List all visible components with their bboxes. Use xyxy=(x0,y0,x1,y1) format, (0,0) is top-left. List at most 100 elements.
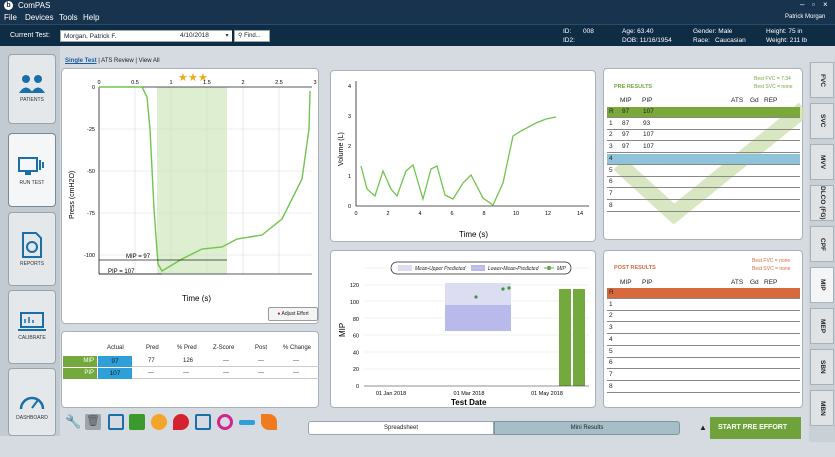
row-number: 1 xyxy=(609,300,613,308)
menu-tools[interactable]: Tools xyxy=(59,13,78,22)
monitor-icon[interactable] xyxy=(195,414,211,430)
sidebar-item-reports[interactable]: REPORTS xyxy=(8,212,56,286)
result-row[interactable]: 7 xyxy=(607,370,800,381)
trend-chart: Mean-Upper Predicted Lower-Mean-Predicte… xyxy=(338,261,589,407)
menu-help[interactable]: Help xyxy=(83,13,99,22)
mini-results-tab[interactable]: Mini Results xyxy=(494,421,680,435)
result-row[interactable]: 5 xyxy=(607,166,800,177)
pressure-chart: ★ ★ ★ Time (s) Press (cmH2O) MIP = 97 PI… xyxy=(69,72,317,303)
result-row[interactable]: R xyxy=(607,288,800,299)
expand-up-icon: ▲ xyxy=(696,417,710,439)
edit-icon[interactable] xyxy=(108,414,124,430)
syringe-icon[interactable] xyxy=(239,420,255,425)
result-row[interactable]: 1 xyxy=(607,300,800,311)
mip-point xyxy=(507,286,511,290)
minimize-icon[interactable]: – xyxy=(800,0,804,9)
adjust-effort-button[interactable]: ● Adjust Effort xyxy=(268,307,318,321)
result-row[interactable]: R 97 107 xyxy=(607,107,800,118)
id-label: ID: xyxy=(563,28,572,35)
pressure-xlabel: Time (s) xyxy=(182,294,211,303)
result-row[interactable]: 2 xyxy=(607,311,800,323)
tick-label: 3 xyxy=(313,80,316,86)
post-best-fvc: Best FVC = none xyxy=(752,258,791,264)
tick-label: 4 xyxy=(348,84,351,90)
tab-ats-review[interactable]: ATS Review xyxy=(101,58,134,64)
row-number: 2 xyxy=(609,131,613,139)
run-test-icon xyxy=(18,157,44,175)
mip-pct-pred: 126 xyxy=(183,358,194,364)
tab-dlco-fg-[interactable]: DLCO (FG) xyxy=(810,185,834,221)
row-label-pip: PIP xyxy=(63,368,97,379)
mip-bar xyxy=(559,289,571,386)
row-mip: 97 xyxy=(622,143,630,151)
menu-devices[interactable]: Devices xyxy=(25,13,53,22)
result-row[interactable]: 1 87 93 xyxy=(607,119,800,130)
sidebar-item-dashboard[interactable]: DASHBOARD xyxy=(8,368,56,436)
legend-upper: Mean-Upper Predicted xyxy=(415,266,466,272)
result-row[interactable]: 8 xyxy=(607,382,800,393)
result-row[interactable]: 4 xyxy=(607,335,800,346)
tab-single-test[interactable]: Single Test xyxy=(65,58,97,64)
tab-mvv[interactable]: MVV xyxy=(810,144,834,180)
calendar-icon[interactable] xyxy=(129,414,145,430)
legend-mip: MIP xyxy=(557,266,567,272)
wrench-icon[interactable]: 🔧 xyxy=(65,414,81,430)
carrot-icon[interactable] xyxy=(261,414,277,430)
result-row[interactable]: 2 97 107 xyxy=(607,130,800,142)
tab-mip[interactable]: MIP xyxy=(810,267,834,303)
result-row[interactable]: 7 xyxy=(607,189,800,200)
row-pip: 107 xyxy=(643,131,654,139)
menu-file[interactable]: File xyxy=(4,13,17,22)
row-number: 1 xyxy=(609,119,613,127)
pip-post: --- xyxy=(258,370,264,376)
tab-mbn[interactable]: MBN xyxy=(810,390,834,426)
spreadsheet-tab[interactable]: Spreadsheet xyxy=(308,421,494,435)
close-icon[interactable]: × xyxy=(823,0,828,9)
tab-sbn[interactable]: SBN xyxy=(810,349,834,385)
sidebar-item-calibrate[interactable]: CALIBRATE xyxy=(8,290,56,364)
table-row: PIP 107 --- --- --- --- --- xyxy=(63,368,319,379)
volume-curve xyxy=(360,116,557,206)
tab-view-all[interactable]: View All xyxy=(139,58,160,64)
tick-label: 8 xyxy=(482,211,485,217)
sidebar-label-run-test: RUN TEST xyxy=(19,180,45,186)
date-dropdown-icon[interactable]: ▾ xyxy=(222,31,232,41)
trend-ylabel: MIP xyxy=(338,323,347,337)
dob: DOB: 11/16/1954 xyxy=(622,37,672,44)
tab-svc[interactable]: SVC xyxy=(810,103,834,139)
tab-cpf[interactable]: CPF xyxy=(810,226,834,262)
title-bar: b ComPAS – ▫ × xyxy=(0,0,835,12)
maximize-icon[interactable]: ▫ xyxy=(812,0,815,9)
post-header-gd: Gd xyxy=(750,279,759,286)
result-row[interactable]: 6 xyxy=(607,177,800,189)
tab-mep[interactable]: MEP xyxy=(810,308,834,344)
find-button[interactable]: ⚲ Find... xyxy=(234,30,270,42)
target-icon[interactable] xyxy=(217,414,233,430)
hand-icon[interactable] xyxy=(151,414,167,430)
row-number: 8 xyxy=(609,201,613,209)
result-row[interactable]: 4 xyxy=(607,153,800,165)
result-row[interactable]: 5 xyxy=(607,347,800,358)
tick-label: 1.5 xyxy=(203,80,211,86)
result-row[interactable]: 6 xyxy=(607,358,800,370)
sidebar-item-patients[interactable]: PATIENTS xyxy=(8,54,56,124)
result-row[interactable]: 8 xyxy=(607,201,800,212)
star-icon: ★ xyxy=(178,72,188,84)
trash-icon[interactable]: 🗑 xyxy=(85,414,101,430)
app-logo-icon: b xyxy=(4,1,13,10)
sidebar-item-run-test[interactable]: RUN TEST xyxy=(8,133,56,207)
table-row: MIP 97 77 126 --- --- --- xyxy=(63,356,319,367)
pip-pct-change: --- xyxy=(293,370,299,376)
tick-label: -75 xyxy=(87,211,95,217)
tab-fvc[interactable]: FVC xyxy=(810,62,834,98)
mip-post: --- xyxy=(258,358,264,364)
row-pip: 107 xyxy=(643,143,654,151)
tick-label: 20 xyxy=(353,367,359,373)
pressure-yticks: 0 -25 -50 -75 -100 xyxy=(84,85,95,259)
result-row[interactable]: 3 97 107 xyxy=(607,142,800,154)
result-row[interactable]: 3 xyxy=(607,323,800,335)
tick-label: 2.5 xyxy=(275,80,283,86)
tick-label: 6 xyxy=(450,211,453,217)
start-pre-effort-button[interactable]: ▲ START PRE EFFORT xyxy=(696,417,801,439)
drop-icon[interactable] xyxy=(173,414,189,430)
